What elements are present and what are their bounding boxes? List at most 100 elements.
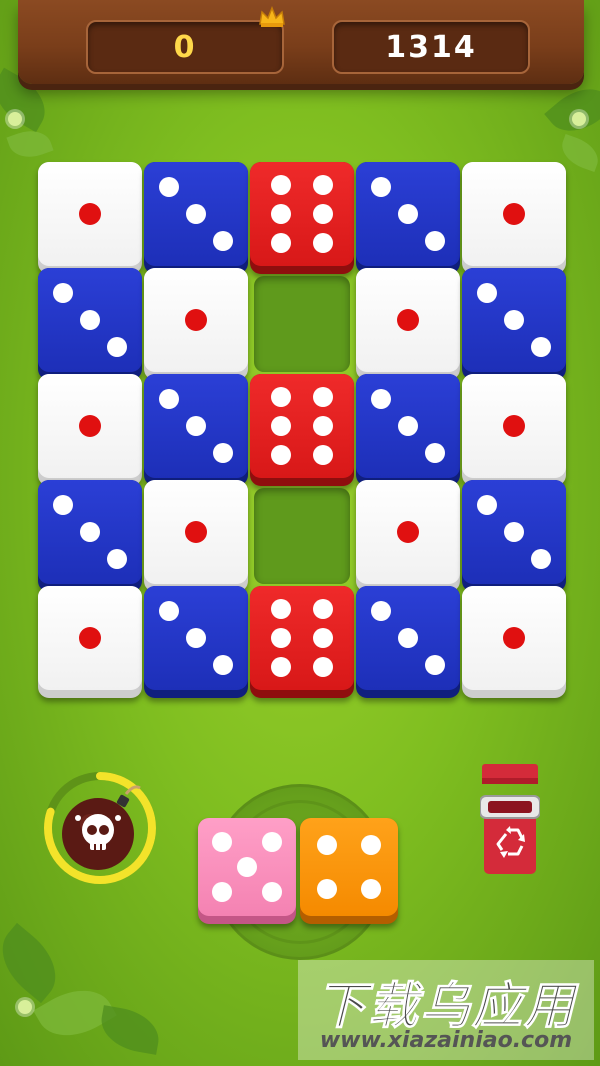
watermark: 下载乌应用 www.xiazainiao.com xyxy=(298,960,594,1060)
white-die-1 xyxy=(38,162,142,274)
bomb-powerup[interactable] xyxy=(40,768,160,888)
die-face xyxy=(38,268,142,372)
die-pip xyxy=(186,628,206,648)
die-face xyxy=(198,818,296,916)
die-face xyxy=(462,162,566,266)
die-pip xyxy=(312,204,333,224)
red-die-6 xyxy=(250,586,354,698)
white-die-1 xyxy=(462,374,566,486)
die-pip xyxy=(370,388,391,409)
blue-die-3 xyxy=(144,162,248,274)
white-die-1 xyxy=(462,162,566,274)
die-face xyxy=(462,374,566,478)
die-pip xyxy=(370,600,391,621)
blue-die-3 xyxy=(462,480,566,592)
die-face xyxy=(462,480,566,584)
white-die-1 xyxy=(356,480,460,592)
die-pip xyxy=(425,443,446,464)
die-face xyxy=(144,586,248,690)
die-pip xyxy=(425,231,446,252)
die-pip xyxy=(312,657,333,678)
flower-decoration xyxy=(572,112,586,126)
die-face xyxy=(38,480,142,584)
die-pip xyxy=(262,882,283,903)
die-pip xyxy=(79,203,101,225)
blue-die-3 xyxy=(356,374,460,486)
die-pip xyxy=(271,657,292,678)
die-pip xyxy=(312,598,333,619)
white-die-1 xyxy=(144,480,248,592)
die-pip xyxy=(186,416,206,436)
die-face xyxy=(462,586,566,690)
die-pip xyxy=(271,174,292,195)
blue-die-3 xyxy=(356,162,460,274)
die-pip xyxy=(213,443,234,464)
die-pip xyxy=(360,878,381,899)
die-pip xyxy=(312,628,333,648)
die-pip xyxy=(476,494,497,515)
die-pip xyxy=(211,831,232,852)
flower-decoration xyxy=(8,112,22,126)
leaf-decoration xyxy=(96,1005,164,1055)
empty-cell[interactable] xyxy=(254,276,350,372)
dice-board[interactable] xyxy=(38,162,566,700)
flower-decoration xyxy=(18,1000,32,1014)
die-pip xyxy=(185,309,207,331)
die-pip xyxy=(425,655,446,676)
die-pip xyxy=(531,549,552,570)
white-die-1 xyxy=(38,374,142,486)
blue-die-3 xyxy=(144,374,248,486)
die-pip xyxy=(185,521,207,543)
die-pip xyxy=(211,882,232,903)
die-pip xyxy=(271,445,292,466)
pink-die-5[interactable] xyxy=(198,818,296,924)
die-pip xyxy=(312,445,333,466)
die-pip xyxy=(271,628,292,648)
recycle-trash-icon[interactable] xyxy=(480,764,540,876)
die-pip xyxy=(79,415,101,437)
leaf-decoration xyxy=(544,75,600,145)
die-face xyxy=(300,818,398,916)
white-die-1 xyxy=(462,586,566,698)
score-bar: 0 1314 xyxy=(18,0,584,84)
orange-die-4[interactable] xyxy=(300,818,398,924)
die-pip xyxy=(158,600,179,621)
die-face xyxy=(356,162,460,266)
die-pip xyxy=(397,521,419,543)
leaf-decoration xyxy=(6,124,54,164)
die-face xyxy=(144,374,248,478)
watermark-url: www.xiazainiao.com xyxy=(319,1028,573,1053)
die-pip xyxy=(312,233,333,254)
die-pip xyxy=(317,878,338,899)
white-die-1 xyxy=(356,268,460,380)
die-pip xyxy=(503,415,525,437)
white-die-1 xyxy=(38,586,142,698)
die-pip xyxy=(213,231,234,252)
die-pip xyxy=(262,831,283,852)
die-pip xyxy=(317,835,338,856)
red-die-6 xyxy=(250,162,354,274)
leaf-decoration xyxy=(0,922,71,1004)
die-pip xyxy=(79,627,101,649)
die-pip xyxy=(52,282,73,303)
die-face xyxy=(356,374,460,478)
die-pip xyxy=(360,835,381,856)
die-pip xyxy=(312,174,333,195)
die-pip xyxy=(271,386,292,407)
die-face xyxy=(462,268,566,372)
empty-cell[interactable] xyxy=(254,488,350,584)
die-face xyxy=(250,374,354,478)
die-pip xyxy=(271,204,292,224)
die-pip xyxy=(397,309,419,331)
die-pip xyxy=(80,310,100,330)
die-pip xyxy=(158,388,179,409)
die-face xyxy=(250,162,354,266)
die-pip xyxy=(312,386,333,407)
die-face xyxy=(38,374,142,478)
die-face xyxy=(144,480,248,584)
die-pip xyxy=(271,233,292,254)
blue-die-3 xyxy=(462,268,566,380)
die-face xyxy=(144,162,248,266)
die-pip xyxy=(398,416,418,436)
blue-die-3 xyxy=(38,480,142,592)
